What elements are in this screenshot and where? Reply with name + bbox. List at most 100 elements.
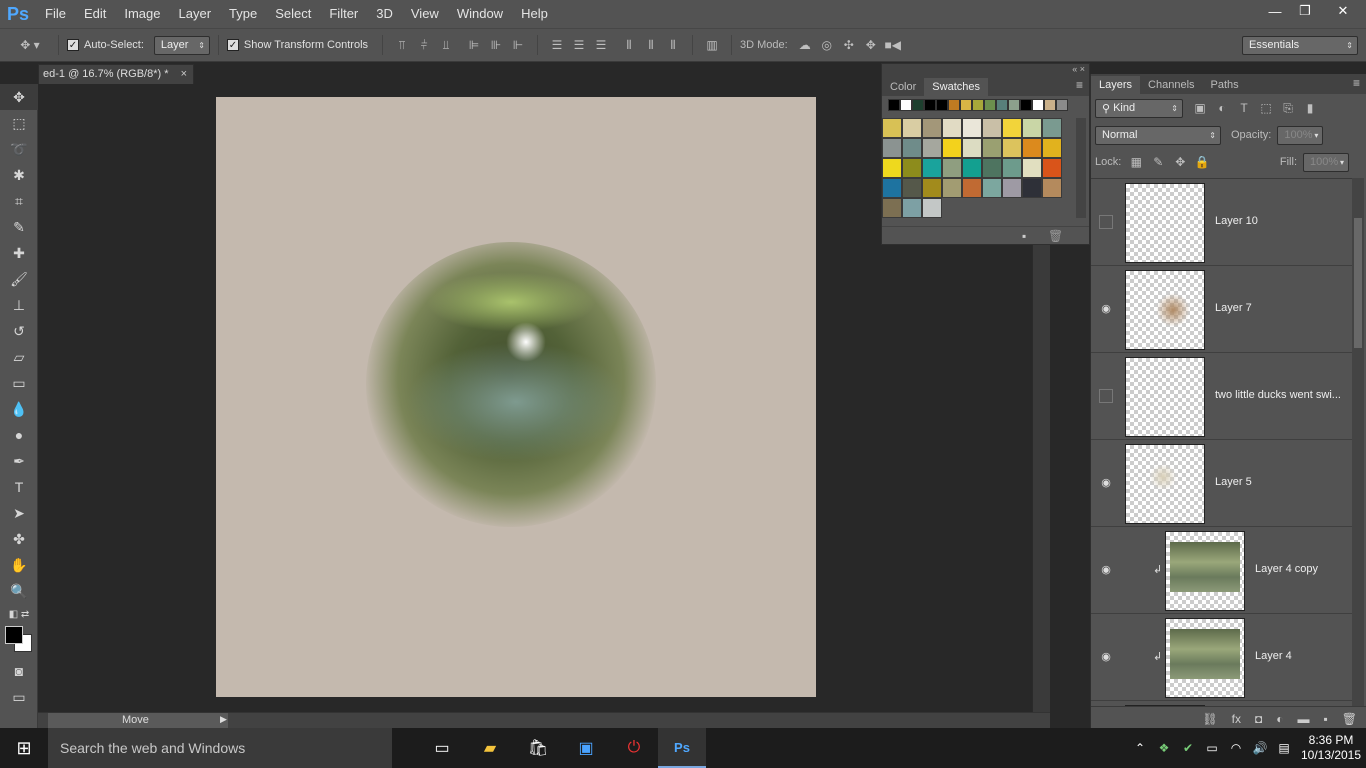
distribute-bottom-icon[interactable]: ☰ — [590, 34, 612, 56]
auto-align-icon[interactable]: ▥ — [701, 34, 723, 56]
swatch[interactable] — [962, 118, 982, 138]
photoshop-taskbar-icon[interactable]: Ps — [658, 728, 706, 768]
swatch[interactable] — [882, 138, 902, 158]
recent-swatch[interactable] — [1056, 99, 1068, 111]
move-tool-icon[interactable]: ✥ — [0, 84, 38, 110]
menu-item-layer[interactable]: Layer — [170, 0, 221, 28]
swatch[interactable] — [882, 178, 902, 198]
layer-style-icon[interactable]: fx — [1232, 712, 1241, 726]
document-tab[interactable]: ed-1 @ 16.7% (RGB/8*) * × — [38, 64, 194, 84]
swatch[interactable] — [942, 138, 962, 158]
power-app-icon[interactable]: ⏻ — [610, 728, 658, 768]
layer-thumbnail[interactable] — [1125, 183, 1205, 263]
layer-thumbnail[interactable] — [1125, 357, 1205, 437]
distribute-top-icon[interactable]: ☰ — [546, 34, 568, 56]
swatch[interactable] — [1042, 178, 1062, 198]
history-brush-tool-icon[interactable]: ↺ — [0, 318, 38, 344]
filter-type-icon[interactable]: T — [1233, 97, 1255, 119]
eraser-tool-icon[interactable]: ▱ — [0, 344, 38, 370]
swatch[interactable] — [922, 158, 942, 178]
document-close-icon[interactable]: × — [181, 65, 187, 84]
lock-all-icon[interactable]: 🔒 — [1191, 151, 1213, 173]
marquee-tool-icon[interactable]: ⬚ — [0, 110, 38, 136]
swatch[interactable] — [962, 138, 982, 158]
layer-row[interactable]: ◉ Layer 5 — [1091, 440, 1353, 527]
lock-transparent-icon[interactable]: ▦ — [1125, 151, 1147, 173]
align-horizontal-center-icon[interactable]: ⊪ — [485, 34, 507, 56]
wifi-icon[interactable]: ◠ — [1224, 741, 1248, 755]
start-button[interactable]: ⊞ — [0, 728, 48, 768]
distribute-hcenter-icon[interactable]: ⦀ — [640, 34, 662, 56]
panel-collapse-bar[interactable]: « × — [882, 64, 1089, 76]
auto-select-dropdown[interactable]: Layer ⇕ — [153, 35, 210, 55]
screen-mode-icon[interactable]: ▭ — [0, 684, 38, 710]
tab-layers[interactable]: Layers — [1091, 76, 1141, 94]
recent-swatch[interactable] — [924, 99, 936, 111]
align-bottom-icon[interactable]: ⫫ — [435, 34, 457, 56]
swatch[interactable] — [922, 138, 942, 158]
swatch[interactable] — [1002, 138, 1022, 158]
eye-icon[interactable]: ◉ — [1099, 650, 1113, 664]
dodge-tool-icon[interactable]: ● — [0, 422, 38, 448]
swatch[interactable] — [902, 118, 922, 138]
filter-shape-icon[interactable]: ⬚ — [1255, 97, 1277, 119]
menu-item-window[interactable]: Window — [448, 0, 512, 28]
menu-item-type[interactable]: Type — [220, 0, 266, 28]
tab-channels[interactable]: Channels — [1140, 76, 1202, 94]
chevron-up-icon[interactable]: ⌃ — [1128, 741, 1152, 755]
3d-pan-icon[interactable]: ✣ — [838, 34, 860, 56]
status-menu-arrow-icon[interactable]: ▶ — [220, 714, 227, 725]
menu-item-edit[interactable]: Edit — [75, 0, 115, 28]
layer-thumbnail[interactable] — [1125, 444, 1205, 524]
dropbox-icon[interactable]: ❖ — [1152, 741, 1176, 755]
swatch[interactable] — [902, 158, 922, 178]
restore-button[interactable]: ❐ — [1290, 0, 1320, 22]
eye-icon[interactable]: ◉ — [1099, 302, 1113, 316]
new-layer-icon[interactable]: ▪ — [1324, 712, 1328, 726]
quick-mask-icon[interactable]: ◙ — [0, 658, 38, 684]
tab-color[interactable]: Color — [882, 78, 924, 96]
menu-item-file[interactable]: File — [36, 0, 75, 28]
swatch[interactable] — [922, 198, 942, 218]
recent-swatch[interactable] — [900, 99, 912, 111]
filter-adjustment-icon[interactable]: ◐ — [1211, 97, 1233, 119]
swatch[interactable] — [922, 118, 942, 138]
zoom-tool-icon[interactable]: 🔍 — [0, 578, 38, 604]
move-tool-preset-icon[interactable]: ✥ ▾ — [10, 34, 50, 56]
magic-wand-tool-icon[interactable]: ✱ — [0, 162, 38, 188]
distribute-left-icon[interactable]: ⦀ — [618, 34, 640, 56]
delete-swatch-icon[interactable]: 🗑 — [1048, 229, 1063, 243]
blur-tool-icon[interactable]: 💧 — [0, 396, 38, 422]
battery-icon[interactable]: ▭ — [1200, 741, 1224, 755]
tab-swatches[interactable]: Swatches — [924, 78, 988, 96]
scrollbar-thumb[interactable] — [1354, 218, 1362, 348]
eyedropper-tool-icon[interactable]: ✎ — [0, 214, 38, 240]
swatch[interactable] — [1022, 178, 1042, 198]
swatch[interactable] — [1042, 158, 1062, 178]
swatch[interactable] — [1002, 118, 1022, 138]
align-vertical-center-icon[interactable]: ⫩ — [413, 34, 435, 56]
adjustment-layer-icon[interactable]: ◐ — [1276, 712, 1283, 726]
swatch[interactable] — [942, 178, 962, 198]
recent-swatch[interactable] — [996, 99, 1008, 111]
3d-scale-icon[interactable]: ■◀ — [882, 34, 904, 56]
add-mask-icon[interactable]: ◘ — [1255, 712, 1262, 726]
task-view-icon[interactable]: ▭ — [418, 728, 466, 768]
swatch[interactable] — [1022, 158, 1042, 178]
swatch[interactable] — [1042, 118, 1062, 138]
filter-pixel-icon[interactable]: ▣ — [1189, 97, 1211, 119]
type-tool-icon[interactable]: T — [0, 474, 38, 500]
layer-thumbnail[interactable] — [1165, 618, 1245, 698]
store-icon[interactable]: 🛍 — [514, 728, 562, 768]
menu-item-3d[interactable]: 3D — [367, 0, 402, 28]
layer-thumbnail[interactable] — [1125, 270, 1205, 350]
filter-kind-dropdown[interactable]: ⚲ Kind ⇕ — [1095, 98, 1183, 118]
swatch[interactable] — [1002, 158, 1022, 178]
new-swatch-icon[interactable]: ▪ — [1022, 229, 1026, 243]
menu-item-image[interactable]: Image — [115, 0, 169, 28]
app-icon[interactable]: ▣ — [562, 728, 610, 768]
swatch[interactable] — [1022, 138, 1042, 158]
swatch[interactable] — [882, 118, 902, 138]
lasso-tool-icon[interactable]: ➰ — [0, 136, 38, 162]
close-button[interactable]: ✕ — [1320, 0, 1366, 22]
